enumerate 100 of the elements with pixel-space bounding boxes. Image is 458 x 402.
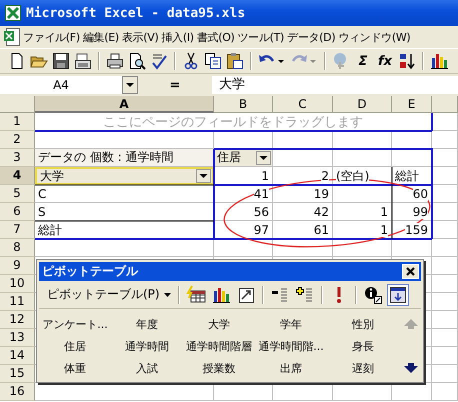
grid-cell[interactable]: 2	[273, 167, 333, 185]
grid-cell[interactable]: 大学	[35, 167, 214, 185]
spelling-check-icon[interactable]	[150, 52, 168, 70]
save-icon[interactable]	[52, 52, 70, 70]
grid-cell[interactable]	[333, 239, 392, 257]
grid-cell[interactable]	[214, 239, 273, 257]
grid-cell[interactable]	[432, 383, 458, 401]
menu-item[interactable]: 挿入(I)	[161, 30, 194, 44]
toolbar-symbol[interactable]: fx	[376, 54, 394, 68]
cut-icon[interactable]	[182, 52, 200, 70]
pivot-field-button[interactable]: 通学時間階層	[183, 338, 255, 354]
mail-icon[interactable]	[74, 52, 92, 70]
close-icon[interactable]	[402, 264, 419, 279]
grid-cell[interactable]: 61	[273, 221, 333, 239]
menu-item[interactable]: ツール(T)	[238, 30, 284, 44]
row-header[interactable]: 14	[0, 347, 35, 365]
row-header[interactable]: 12	[0, 311, 35, 329]
row-header[interactable]: 8	[0, 239, 35, 257]
pivot-field-button[interactable]: 通学時間階...	[255, 338, 327, 354]
grid-cell[interactable]: 97	[214, 221, 273, 239]
workbook-icon[interactable]	[4, 28, 20, 46]
grid-cell[interactable]	[432, 347, 458, 365]
row-header[interactable]: 6	[0, 203, 35, 221]
menu-item[interactable]: ウィンドウ(W)	[338, 30, 410, 44]
pivot-field-button[interactable]: 遅刻	[327, 360, 399, 376]
grid-cell[interactable]	[432, 113, 458, 131]
grid-cell[interactable]: 159	[392, 221, 432, 239]
menu-item[interactable]: 書式(O)	[196, 30, 235, 44]
grid-cell[interactable]	[35, 239, 214, 257]
menu-item[interactable]: データ(D)	[287, 30, 336, 44]
pivot-field-button[interactable]: 身長	[327, 338, 399, 354]
grid-cell[interactable]	[273, 239, 333, 257]
grid-cell[interactable]: (空白)	[333, 167, 392, 185]
printer-icon[interactable]	[106, 52, 124, 70]
copy-icon[interactable]	[204, 52, 222, 70]
pivot-field-button[interactable]: 通学時間	[111, 338, 183, 354]
grid-cell[interactable]	[333, 149, 392, 167]
toolbar-symbol[interactable]: Σ	[354, 54, 372, 68]
column-header[interactable]: D	[333, 96, 392, 113]
grid-cell[interactable]: 1	[333, 221, 392, 239]
pivot-table-menu-button[interactable]: ピボットテーブル(P)	[45, 285, 173, 304]
grid-cell[interactable]	[432, 275, 458, 293]
pivot-field-button[interactable]: 授業数	[183, 360, 255, 376]
pivot-field-button[interactable]: 出席	[255, 360, 327, 376]
print-preview-icon[interactable]	[128, 52, 146, 70]
row-header[interactable]: 11	[0, 293, 35, 311]
column-header[interactable]: C	[273, 96, 333, 113]
format-report-icon[interactable]	[184, 284, 207, 306]
bar-chart-icon[interactable]	[430, 52, 448, 70]
sort-ascending-icon[interactable]	[398, 52, 416, 70]
grid-cell[interactable]	[432, 203, 458, 221]
paste-icon[interactable]	[226, 52, 244, 70]
row-header[interactable]: 4	[0, 167, 35, 185]
grid-cell[interactable]	[273, 149, 333, 167]
row-header[interactable]: 2	[0, 131, 35, 149]
grid-cell[interactable]	[432, 293, 458, 311]
grid-cell[interactable]: C	[35, 185, 214, 203]
dropdown-button[interactable]	[196, 169, 211, 183]
row-header[interactable]: 1	[0, 113, 35, 131]
row-header[interactable]: 5	[0, 185, 35, 203]
grid-cell[interactable]	[432, 239, 458, 257]
grid-cell[interactable]: S	[35, 203, 214, 221]
grid-cell[interactable]	[432, 131, 458, 149]
row-header[interactable]: 3	[0, 149, 35, 167]
pivot-field-button[interactable]: 性別	[327, 316, 399, 332]
grid-cell[interactable]: 60	[392, 185, 432, 203]
formula-field[interactable]: 大学	[212, 76, 458, 94]
row-header[interactable]: 10	[0, 275, 35, 293]
grid-cell[interactable]: 住居	[214, 149, 273, 167]
scroll-down-arrow-icon[interactable]	[403, 362, 419, 374]
pivot-field-button[interactable]: 入試	[111, 360, 183, 376]
grid-cell[interactable]: 総計	[35, 221, 214, 239]
grid-cell[interactable]: 42	[273, 203, 333, 221]
grid-cell[interactable]	[432, 257, 458, 275]
row-header[interactable]: 16	[0, 383, 35, 401]
grid-cell[interactable]: 1	[214, 167, 273, 185]
pivot-field-button[interactable]: 学年	[255, 316, 327, 332]
grid-cell[interactable]	[432, 149, 458, 167]
grid-cell[interactable]	[432, 221, 458, 239]
grid-cell[interactable]	[432, 311, 458, 329]
pivot-field-button[interactable]: 住居	[39, 338, 111, 354]
pivot-field-button[interactable]: 体重	[39, 360, 111, 376]
column-header[interactable]: B	[214, 96, 273, 113]
pivot-field-button[interactable]: 大学	[183, 316, 255, 332]
grid-cell[interactable]: 総計	[392, 167, 432, 185]
grid-cell[interactable]: 56	[214, 203, 273, 221]
row-header[interactable]: 9	[0, 257, 35, 275]
row-header[interactable]: 13	[0, 329, 35, 347]
row-header[interactable]: 15	[0, 365, 35, 383]
field-list-icon[interactable]	[386, 284, 409, 306]
grid-cell[interactable]	[432, 329, 458, 347]
grid-cell[interactable]: 99	[392, 203, 432, 221]
name-box[interactable]: A4	[0, 76, 122, 94]
grid-cell[interactable]	[432, 365, 458, 383]
pivot-field-button[interactable]: アンケート...	[39, 316, 111, 332]
column-header[interactable]: E	[392, 96, 432, 113]
column-header[interactable]: A	[35, 96, 214, 113]
grid-cell[interactable]: 1	[333, 203, 392, 221]
grid-cell[interactable]	[392, 239, 432, 257]
dropdown-button[interactable]	[122, 76, 138, 94]
